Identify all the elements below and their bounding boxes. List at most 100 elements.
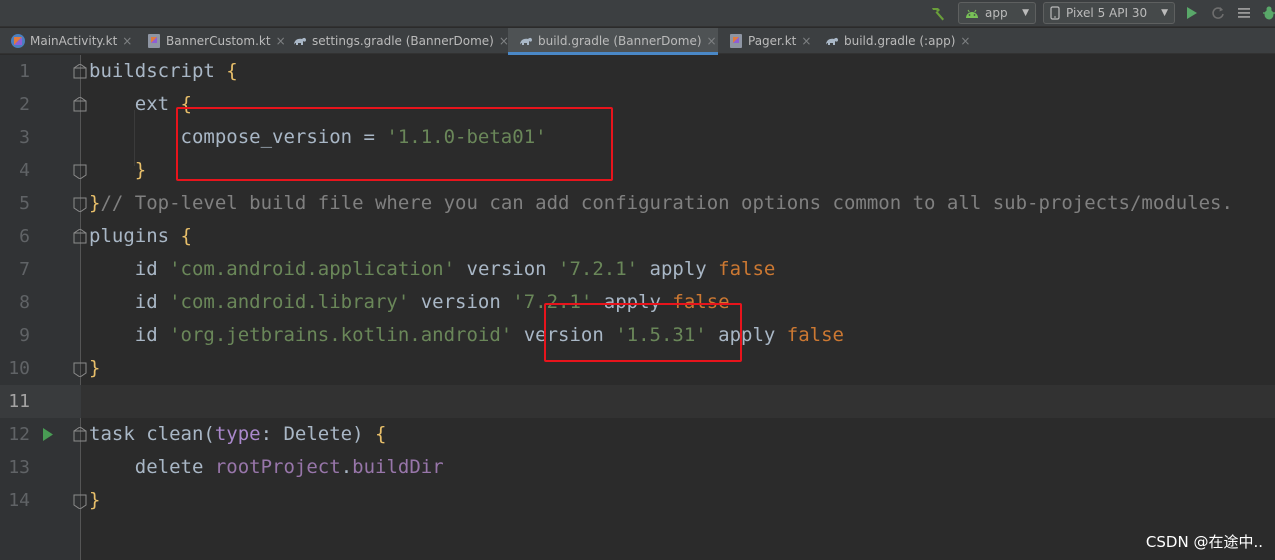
fold-end-icon[interactable] [73, 196, 87, 212]
chevron-down-icon: ▼ [1022, 8, 1029, 18]
compose-version-highlight [176, 107, 613, 181]
code-text: buildscript { [89, 55, 238, 88]
tab-build-gradle-project[interactable]: build.gradle (BannerDome) × [508, 28, 718, 55]
close-icon[interactable]: × [122, 34, 132, 48]
line-number: 3 [19, 127, 30, 148]
fold-icon[interactable] [73, 97, 87, 113]
device-label: Pixel 5 API 30 [1066, 6, 1148, 20]
kotlin-version-highlight [544, 303, 742, 362]
code-token: buildDir [352, 456, 444, 478]
code-token: { [375, 423, 387, 445]
fold-end-icon[interactable] [73, 163, 87, 179]
editor-tab-bar: MainActivity.kt × BannerCustom.kt × sett… [0, 28, 1275, 55]
code-text: plugins { [89, 220, 192, 253]
line-number: 9 [19, 325, 30, 346]
code-line[interactable]: 13 delete rootProject.buildDir [0, 451, 1275, 484]
line-number: 11 [8, 391, 30, 412]
rerun-icon[interactable] [1210, 5, 1226, 21]
close-icon[interactable]: × [801, 34, 811, 48]
code-text: delete rootProject.buildDir [89, 451, 444, 484]
code-token: false [718, 258, 776, 280]
code-token: rootProject [214, 456, 341, 478]
code-token: task clean( [89, 423, 215, 445]
code-token: '7.2.1' [558, 258, 639, 280]
run-icon[interactable] [1186, 6, 1198, 20]
code-text: } [89, 484, 100, 517]
code-line[interactable]: 11 [0, 385, 1275, 418]
code-line[interactable]: 1 buildscript { [0, 55, 1275, 88]
tab-label: build.gradle (:app) [844, 34, 956, 48]
line-number: 2 [19, 94, 30, 115]
hammer-icon[interactable] [929, 4, 947, 22]
code-token: false [786, 324, 844, 346]
code-line[interactable]: 12 task clean(type: Delete) { [0, 418, 1275, 451]
fold-end-icon[interactable] [73, 493, 87, 509]
tab-bannercustom-kt[interactable]: BannerCustom.kt × [136, 28, 286, 54]
line-number: 5 [19, 193, 30, 214]
code-token: type [214, 423, 261, 445]
code-token: : Delete) [260, 423, 375, 445]
code-token: { [226, 60, 238, 82]
code-token: } [89, 159, 147, 181]
phone-icon [1050, 6, 1060, 20]
code-token: // Top-level build file where you can ad… [100, 192, 1233, 214]
code-token: id [89, 324, 170, 346]
fold-icon[interactable] [73, 427, 87, 443]
code-token: apply [638, 258, 719, 280]
device-select[interactable]: Pixel 5 API 30 ▼ [1043, 2, 1175, 24]
close-icon[interactable]: × [707, 34, 717, 48]
gradle-icon [520, 37, 532, 45]
code-token: { [180, 225, 192, 247]
line-number: 6 [19, 226, 30, 247]
code-line[interactable]: 6 plugins { [0, 220, 1275, 253]
main-toolbar: app ▼ Pixel 5 API 30 ▼ [0, 0, 1275, 27]
close-icon[interactable]: × [960, 34, 970, 48]
run-configuration-label: app [985, 6, 1008, 20]
tab-settings-gradle[interactable]: settings.gradle (BannerDome) × [282, 28, 509, 54]
code-text: }// Top-level build file where you can a… [89, 187, 1233, 220]
code-text: task clean(type: Delete) { [89, 418, 386, 451]
code-token: } [89, 489, 101, 511]
code-line[interactable]: 7 id 'com.android.application' version '… [0, 253, 1275, 286]
code-editor[interactable]: 1 buildscript {2 ext {3 compose_version =… [0, 55, 1275, 560]
line-number: 14 [8, 490, 30, 511]
line-number: 1 [19, 61, 30, 82]
tab-label: Pager.kt [748, 34, 797, 48]
code-text: id 'com.android.application' version '7.… [89, 253, 776, 286]
code-token: id [89, 258, 170, 280]
tab-pager-kt[interactable]: Pager.kt × [718, 28, 816, 54]
gradle-icon [294, 37, 306, 45]
tab-mainactivity-kt[interactable]: MainActivity.kt × [0, 28, 140, 54]
tab-label: BannerCustom.kt [166, 34, 271, 48]
code-token: plugins [89, 225, 181, 247]
kotlin-class-icon [148, 34, 160, 48]
code-token: . [340, 456, 353, 478]
line-number: 10 [8, 358, 30, 379]
line-number: 8 [19, 292, 30, 313]
code-token: 'org.jetbrains.kotlin.android' [169, 324, 513, 346]
code-token: } [89, 357, 101, 379]
code-token: buildscript [89, 60, 227, 82]
run-configuration-select[interactable]: app ▼ [958, 2, 1036, 24]
gradle-icon [826, 37, 838, 45]
kotlin-class-icon [730, 34, 742, 48]
tab-label: MainActivity.kt [30, 34, 118, 48]
code-token: id [89, 291, 170, 313]
sync-icon[interactable] [1236, 5, 1252, 21]
fold-icon[interactable] [73, 229, 87, 245]
fold-end-icon[interactable] [73, 361, 87, 377]
code-line[interactable]: 14} [0, 484, 1275, 517]
tab-build-gradle-app[interactable]: build.gradle (:app) × [814, 28, 974, 54]
code-token: 'com.android.application' [169, 258, 456, 280]
run-gutter-icon[interactable] [42, 427, 54, 442]
code-token: } [89, 192, 101, 214]
code-token: version [455, 258, 559, 280]
code-token: delete [89, 456, 215, 478]
fold-icon[interactable] [73, 64, 87, 80]
code-token: ext [89, 93, 181, 115]
watermark: CSDN @在途中.. [1145, 533, 1263, 551]
code-line[interactable]: 5}// Top-level build file where you can … [0, 187, 1275, 220]
line-number: 13 [8, 457, 30, 478]
code-text: } [89, 352, 100, 385]
debug-icon[interactable] [1262, 5, 1275, 21]
